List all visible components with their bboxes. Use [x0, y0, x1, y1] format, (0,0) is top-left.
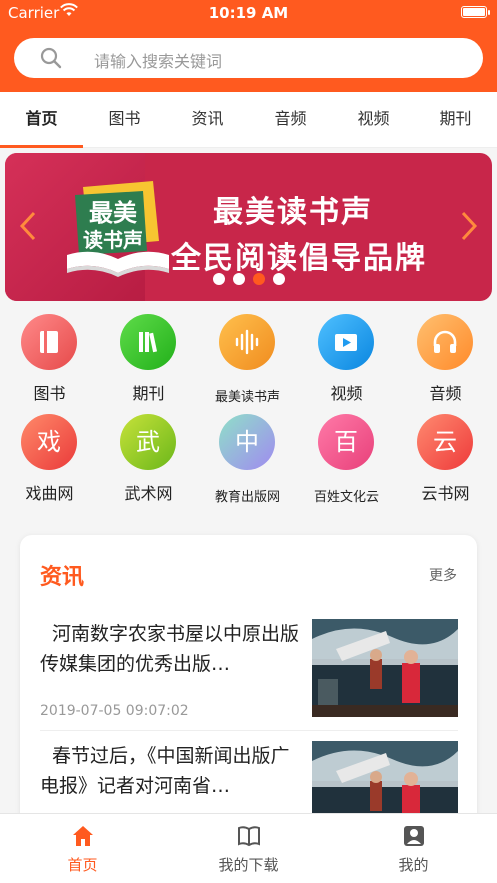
tabbar-home[interactable]: 首页	[0, 814, 165, 883]
news-card: 资讯 更多 河南数字农家书屋以中原出版传媒集团的优秀出版… 2019-07-05…	[20, 535, 477, 835]
feature-grid: 图书 期刊 最美读书声 视频 音频 戏 戏曲网 武 武术网 中 教育出版网 百	[0, 308, 497, 518]
grid-label: 武术网	[124, 484, 173, 503]
carousel-dot[interactable]	[233, 273, 245, 285]
martial-icon: 武	[120, 414, 176, 470]
clock: 10:19 AM	[208, 4, 289, 22]
home-icon	[73, 826, 93, 846]
tab-journals[interactable]: 期刊	[414, 92, 497, 148]
tabbar-profile[interactable]: 我的	[331, 814, 496, 883]
grid-label: 云书网	[421, 484, 470, 503]
tab-audio[interactable]: 音频	[249, 92, 332, 148]
grid-label: 教育出版网	[214, 490, 280, 505]
tabbar-label: 我的	[398, 856, 429, 874]
grid-label: 期刊	[132, 384, 165, 403]
journal-icon	[120, 314, 176, 370]
grid-item-books[interactable]: 图书	[0, 308, 99, 408]
carousel-dot[interactable]	[273, 273, 285, 285]
news-title: 春节过后，《中国新闻出版广电报》记者对河南省…	[40, 745, 290, 797]
grid-label: 图书	[33, 384, 66, 403]
tabbar-label: 首页	[67, 856, 98, 874]
grid-item-martial[interactable]: 武 武术网	[99, 408, 198, 508]
chevron-right-icon[interactable]	[460, 211, 478, 241]
tab-home[interactable]: 首页	[0, 92, 83, 148]
news-thumbnail	[312, 619, 458, 717]
grid-item-education[interactable]: 中 教育出版网	[198, 408, 297, 508]
tabbar-label: 我的下载	[218, 856, 279, 874]
tab-news[interactable]: 资讯	[166, 92, 249, 148]
education-icon: 中	[219, 414, 275, 470]
divider	[40, 730, 458, 731]
grid-item-video[interactable]: 视频	[297, 308, 396, 408]
search-input[interactable]: 请输入搜索关键词	[94, 48, 222, 72]
grid-item-cloud-books[interactable]: 云 云书网	[396, 408, 495, 508]
promo-banner[interactable]: 最美 读书声 最美读书声 全民阅读倡导品牌	[5, 153, 492, 301]
audio-wave-icon	[219, 314, 275, 370]
news-heading: 资讯	[40, 565, 85, 590]
carousel-dot[interactable]	[213, 273, 225, 285]
battery-icon	[461, 6, 490, 18]
category-tabs: 首页 图书 资讯 音频 视频 期刊	[0, 92, 497, 148]
tab-books[interactable]: 图书	[83, 92, 166, 148]
grid-label: 音频	[429, 384, 462, 403]
status-bar: Carrier 10:19 AM	[0, 0, 497, 26]
news-date: 2019-07-05 09:07:02	[40, 703, 189, 719]
headphones-icon	[417, 314, 473, 370]
more-link[interactable]: 更多	[429, 565, 457, 585]
book-icon	[21, 314, 77, 370]
cloud-book-icon: 云	[417, 414, 473, 470]
grid-item-audio[interactable]: 音频	[396, 308, 495, 408]
grid-item-reading-voice[interactable]: 最美读书声	[198, 308, 297, 408]
tab-video[interactable]: 视频	[332, 92, 415, 148]
grid-label: 戏曲网	[25, 484, 74, 503]
search-bar[interactable]: 请输入搜索关键词	[14, 38, 483, 78]
grid-label: 视频	[330, 384, 363, 403]
search-icon	[40, 47, 62, 69]
profile-icon	[404, 826, 424, 846]
grid-label: 最美读书声	[214, 390, 280, 405]
download-book-icon	[238, 826, 260, 847]
tabbar-downloads[interactable]: 我的下载	[166, 814, 331, 883]
news-title: 河南数字农家书屋以中原出版传媒集团的优秀出版…	[40, 623, 300, 675]
reading-voice-logo: 最美 读书声	[67, 181, 169, 277]
carousel-dot-active[interactable]	[253, 273, 265, 285]
logo-text-1: 最美	[89, 199, 137, 227]
logo-text-2: 读书声	[83, 228, 143, 252]
tab-bar: 首页 我的下载 我的	[0, 813, 497, 883]
banner-title-2: 全民阅读倡导品牌	[171, 241, 427, 276]
culture-icon: 百	[318, 414, 374, 470]
video-icon	[318, 314, 374, 370]
app-header: Carrier 10:19 AM 请输入搜索关键词	[0, 0, 497, 92]
grid-item-culture[interactable]: 百 百姓文化云	[297, 408, 396, 508]
banner-title-1: 最美读书声	[213, 195, 373, 230]
opera-icon: 戏	[21, 414, 77, 470]
grid-item-opera[interactable]: 戏 戏曲网	[0, 408, 99, 508]
carousel-indicator	[213, 273, 293, 285]
chevron-left-icon[interactable]	[19, 211, 37, 241]
grid-label: 百姓文化云	[313, 490, 379, 505]
grid-item-journals[interactable]: 期刊	[99, 308, 198, 408]
